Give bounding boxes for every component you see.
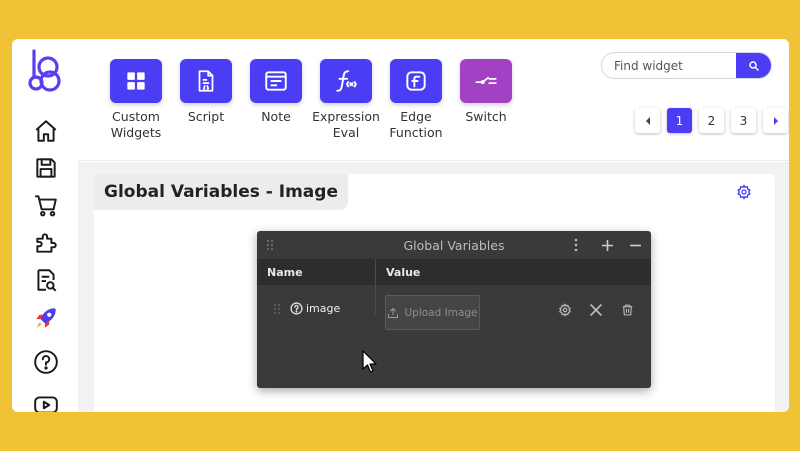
save-icon[interactable] bbox=[32, 154, 60, 182]
document-search-icon[interactable] bbox=[32, 266, 60, 294]
caret-right-icon bbox=[773, 116, 778, 125]
kebab-menu-icon bbox=[574, 238, 578, 252]
widget-label: Note bbox=[261, 109, 291, 124]
cart-icon[interactable] bbox=[32, 191, 60, 219]
minus-icon bbox=[629, 244, 641, 246]
widget-expression-eval[interactable]: Expression Eval bbox=[307, 59, 385, 141]
clear-value-button[interactable] bbox=[588, 302, 604, 318]
upload-label: Upload Image bbox=[404, 306, 478, 319]
caret-left-icon bbox=[645, 116, 650, 125]
page-2-button[interactable]: 2 bbox=[699, 108, 724, 133]
canvas-area: Global Variables - Image Global Variable… bbox=[78, 162, 789, 412]
drag-handle-icon[interactable] bbox=[273, 303, 281, 315]
widget-note[interactable]: Note bbox=[237, 59, 315, 125]
page-prev-button[interactable] bbox=[635, 108, 660, 133]
column-header-name: Name bbox=[267, 266, 303, 279]
switch-icon bbox=[460, 59, 512, 103]
widget-toolbar: Custom Widgets Script Note Expression Ev… bbox=[78, 39, 789, 161]
search-input[interactable] bbox=[602, 53, 732, 78]
page-1-button[interactable]: 1 bbox=[667, 108, 692, 133]
table-row: image Upload Image bbox=[257, 285, 651, 333]
pagination: 1 2 3 bbox=[635, 108, 788, 133]
help-icon[interactable] bbox=[290, 302, 303, 315]
more-options-button[interactable] bbox=[567, 236, 585, 254]
variable-name: image bbox=[306, 302, 341, 315]
youtube-icon[interactable] bbox=[32, 391, 60, 412]
add-variable-button[interactable] bbox=[598, 236, 616, 254]
loop-logo-icon[interactable] bbox=[28, 49, 64, 93]
close-icon bbox=[590, 304, 602, 316]
global-variables-dialog: Global Variables Name Value image Upload… bbox=[257, 231, 651, 388]
variable-settings-button[interactable] bbox=[557, 302, 573, 318]
rocket-icon[interactable] bbox=[32, 304, 60, 332]
search-button[interactable] bbox=[736, 53, 771, 78]
search-box bbox=[601, 52, 772, 79]
gear-icon bbox=[559, 303, 571, 317]
search-icon bbox=[748, 60, 759, 71]
widget-label: Edge Function bbox=[389, 109, 443, 140]
widget-custom-widgets[interactable]: Custom Widgets bbox=[97, 59, 175, 141]
widget-label: Script bbox=[187, 109, 225, 124]
puzzle-icon[interactable] bbox=[32, 229, 60, 257]
grid-icon bbox=[110, 59, 162, 103]
sidebar bbox=[12, 39, 78, 412]
trash-icon bbox=[622, 304, 632, 316]
widget-script[interactable]: Script bbox=[167, 59, 245, 125]
note-icon bbox=[250, 59, 302, 103]
delete-variable-button[interactable] bbox=[619, 302, 635, 318]
gear-icon[interactable] bbox=[736, 184, 752, 200]
edge-function-icon bbox=[390, 59, 442, 103]
widget-label: Custom Widgets bbox=[110, 109, 162, 140]
upload-icon bbox=[388, 307, 399, 318]
page-title: Global Variables - Image bbox=[94, 174, 348, 210]
help-icon[interactable] bbox=[32, 348, 60, 376]
function-icon bbox=[320, 59, 372, 103]
minimize-button[interactable] bbox=[626, 236, 644, 254]
widget-switch[interactable]: Switch bbox=[447, 59, 525, 125]
table-header: Name Value bbox=[257, 259, 651, 285]
widget-label: Expression Eval bbox=[312, 109, 380, 140]
home-icon[interactable] bbox=[32, 117, 60, 145]
page-3-button[interactable]: 3 bbox=[731, 108, 756, 133]
mouse-cursor-icon bbox=[362, 350, 377, 373]
widget-edge-function[interactable]: Edge Function bbox=[377, 59, 455, 141]
widget-label: Switch bbox=[465, 109, 507, 124]
page-next-button[interactable] bbox=[763, 108, 788, 133]
dialog-header[interactable]: Global Variables bbox=[257, 231, 651, 259]
column-header-value: Value bbox=[386, 266, 421, 279]
script-file-icon bbox=[180, 59, 232, 103]
app-window: Custom Widgets Script Note Expression Ev… bbox=[12, 39, 789, 412]
global-variables-panel: Global Variables - Image Global Variable… bbox=[94, 174, 775, 412]
upload-image-button[interactable]: Upload Image bbox=[385, 295, 480, 330]
plus-icon bbox=[601, 239, 613, 251]
dialog-title: Global Variables bbox=[403, 238, 505, 253]
